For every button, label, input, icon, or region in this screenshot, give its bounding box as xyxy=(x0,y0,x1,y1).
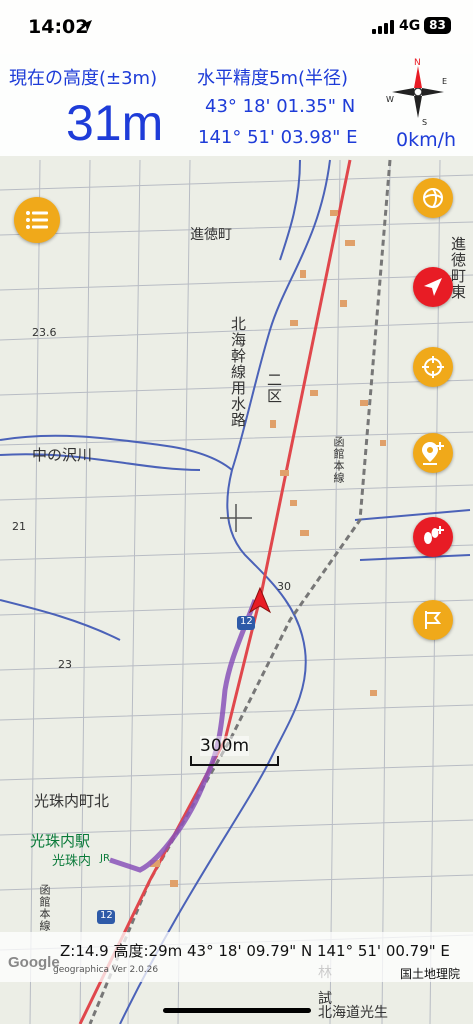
latitude-value: 43° 18' 01.35" N xyxy=(205,96,356,117)
longitude-value: 141° 51' 03.98" E xyxy=(198,127,358,148)
map-label-station-small: 光珠内 xyxy=(52,854,92,869)
scale-label: 300m xyxy=(200,736,250,756)
battery-level: 83 xyxy=(424,17,451,34)
accuracy-label: 水平精度5m(半径) xyxy=(197,68,349,89)
elevation-label: 23.6 xyxy=(32,326,57,339)
speed-value: 0km/h xyxy=(396,129,457,151)
app-version: geographica Ver 2.0.26 xyxy=(53,965,159,975)
crosshair-icon xyxy=(422,356,444,378)
map-label-district: 進徳町 xyxy=(190,227,232,243)
location-services-icon xyxy=(80,20,92,32)
compass-e: E xyxy=(442,77,447,86)
map-label-road: 函館本線 xyxy=(38,884,51,932)
altitude-label: 現在の高度(±3m) xyxy=(9,68,158,89)
center-crosshair-button[interactable] xyxy=(413,347,453,387)
elevation-label: 23 xyxy=(58,658,72,671)
map-label-town: 光珠内町北 xyxy=(34,792,110,810)
navigation-arrow-icon xyxy=(424,278,442,296)
map-label-ward: 二区 xyxy=(265,372,283,404)
compass-w: W xyxy=(386,95,394,104)
compass-icon[interactable]: N E S W xyxy=(384,56,450,126)
elevation-label: 30 xyxy=(277,580,291,593)
add-location-icon xyxy=(422,442,444,465)
scale-line xyxy=(190,764,278,766)
map-label-station: 光珠内駅 xyxy=(30,832,91,850)
google-logo: Google xyxy=(8,954,60,971)
route-shield-label: 12 xyxy=(240,616,253,627)
map-label-bottom: 北海道光生 xyxy=(318,1005,388,1021)
flag-icon xyxy=(425,611,442,629)
scale-tick xyxy=(190,756,192,766)
map-type-button[interactable] xyxy=(413,178,453,218)
cellular-signal-icon xyxy=(372,20,394,34)
elevation-label: 21 xyxy=(12,520,26,533)
network-type: 4G xyxy=(399,18,421,34)
map-attribution[interactable]: 国土地理院 xyxy=(400,965,460,982)
add-point-button[interactable] xyxy=(413,433,453,473)
map-label-canal: 北海幹線用水路 xyxy=(229,316,247,428)
status-bar: 14:02 4G 83 xyxy=(0,0,473,54)
record-track-button[interactable] xyxy=(413,517,453,557)
spiral-icon xyxy=(423,188,443,208)
route-shield-label: 12 xyxy=(100,910,113,921)
map-info-bar: Z:14.9 高度:29m 43° 18' 09.79" N 141° 51' … xyxy=(0,932,473,982)
home-indicator[interactable] xyxy=(163,1008,311,1013)
gps-info-panel: 現在の高度(±3m) 31m 水平精度5m(半径) 43° 18' 01.35"… xyxy=(0,54,473,156)
flag-button[interactable] xyxy=(413,600,453,640)
compass-n: N xyxy=(414,58,421,68)
altitude-value: 31m xyxy=(66,95,164,151)
compass-s: S xyxy=(422,118,427,126)
menu-button[interactable] xyxy=(14,197,60,243)
zoom-coordinates: Z:14.9 高度:29m 43° 18' 09.79" N 141° 51' … xyxy=(60,942,450,960)
follow-location-button[interactable] xyxy=(413,267,453,307)
map-label-road-right: 函館本線 xyxy=(332,436,345,484)
scale-tick xyxy=(277,756,279,766)
map-label-river: 中の沢川 xyxy=(32,446,93,464)
map-scale-bar: 300m xyxy=(190,736,280,768)
map-label-jr: JR xyxy=(100,853,110,864)
list-icon xyxy=(26,211,48,229)
footprint-add-icon xyxy=(424,526,444,544)
